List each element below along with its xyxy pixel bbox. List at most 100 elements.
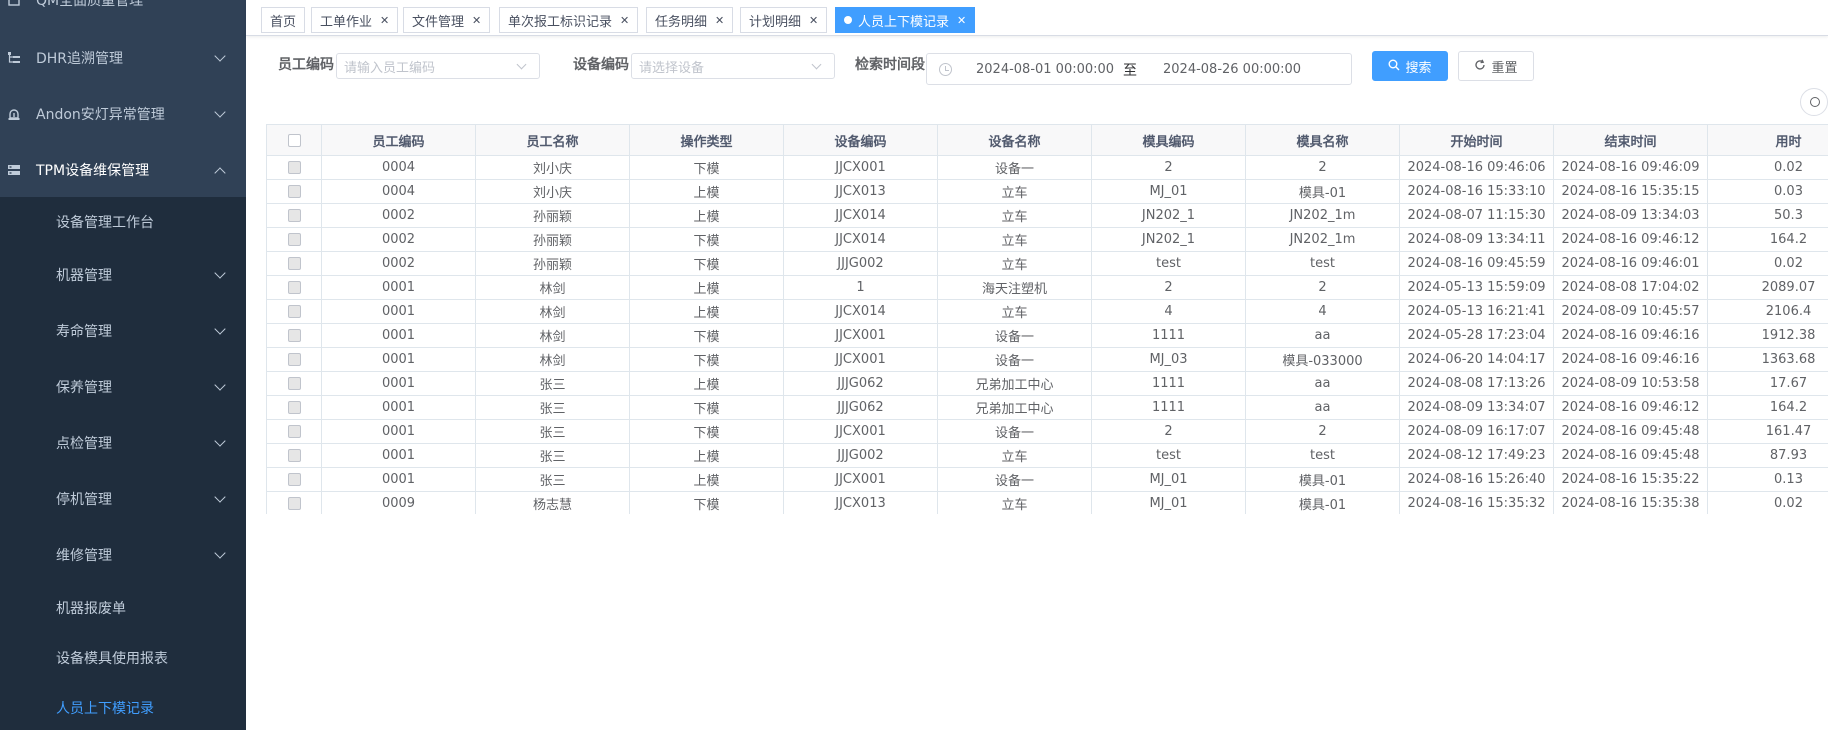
sub-item-lifespan[interactable]: 寿命管理 xyxy=(0,306,246,356)
sub-item-downtime[interactable]: 停机管理 xyxy=(0,474,246,524)
tag-plan-details[interactable]: 计划明细 ✕ xyxy=(740,7,828,33)
row-select-cell[interactable] xyxy=(266,179,322,204)
row-checkbox[interactable] xyxy=(287,473,301,486)
row-select-cell[interactable] xyxy=(266,371,322,396)
table-cell: 2024-08-09 10:53:58 xyxy=(1553,371,1708,396)
close-icon[interactable]: ✕ xyxy=(957,14,966,27)
menu-qm[interactable]: QM全面质量管理 xyxy=(0,0,246,28)
sub-item-label: 人员上下模记录 xyxy=(56,701,154,717)
chevron-down-icon xyxy=(214,50,226,62)
table-row[interactable]: 0001 林剑 下模 JJCX001 设备一 MJ_03 模具-033000 2024-06-… xyxy=(266,347,1828,372)
close-icon[interactable]: ✕ xyxy=(380,14,389,27)
table-cell: test xyxy=(1091,251,1246,276)
row-checkbox[interactable] xyxy=(287,233,301,246)
sub-item-inspection[interactable]: 点检管理 xyxy=(0,418,246,468)
row-checkbox[interactable] xyxy=(287,281,301,294)
row-select-cell[interactable] xyxy=(266,275,322,300)
table-cell: 2024-08-08 17:13:26 xyxy=(1399,371,1554,396)
row-select-cell[interactable] xyxy=(266,323,322,348)
row-select-cell[interactable] xyxy=(266,227,322,252)
close-icon[interactable]: ✕ xyxy=(809,14,818,27)
table-row[interactable]: 0002 孙丽颖 下模 JJJG002 立车 test test 2024-08-16 09:… xyxy=(266,251,1828,276)
close-icon[interactable]: ✕ xyxy=(472,14,481,27)
row-checkbox[interactable] xyxy=(287,185,301,198)
row-select-cell[interactable] xyxy=(266,347,322,372)
search-button[interactable]: 搜索 xyxy=(1372,51,1448,81)
sub-item-mold-report[interactable]: 设备模具使用报表 xyxy=(0,633,246,683)
sub-item-scrap[interactable]: 机器报废单 xyxy=(0,583,246,633)
sub-item-machine[interactable]: 机器管理 xyxy=(0,250,246,300)
table-row[interactable]: 0001 林剑 上模 1 海天注塑机 2 2 2024-05-13 15:59:09 2024-… xyxy=(266,275,1828,300)
select-all-checkbox[interactable] xyxy=(287,133,301,147)
menu-tpm[interactable]: TPM设备维保管理 xyxy=(0,142,246,198)
sub-item-mold-records[interactable]: 人员上下模记录 xyxy=(0,683,246,730)
table-row[interactable]: 0001 林剑 下模 JJCX001 设备一 1111 aa 2024-05-28 17:23… xyxy=(266,323,1828,348)
row-checkbox[interactable] xyxy=(287,497,301,510)
date-range-picker[interactable]: 2024-08-01 00:00:00 至 2024-08-26 00:00:0… xyxy=(926,53,1352,85)
sub-item-repair[interactable]: 维修管理 xyxy=(0,530,246,580)
tag-task-details[interactable]: 任务明细 ✕ xyxy=(646,7,734,33)
table-row[interactable]: 0001 张三 下模 JJCX001 设备一 2 2 2024-08-09 16:17:07 2… xyxy=(266,419,1828,444)
row-checkbox[interactable] xyxy=(287,425,301,438)
table-row[interactable]: 0004 刘小庆 下模 JJCX001 设备一 2 2 2024-08-16 09:46:06… xyxy=(266,155,1828,180)
table-cell: 2089.07 xyxy=(1707,275,1828,300)
app-root: QM全面质量管理 DHR追溯管理 Andon安灯异常管理 TPM设备维保管理 设… xyxy=(0,0,1828,730)
row-checkbox[interactable] xyxy=(287,329,301,342)
start-date-input[interactable]: 2024-08-01 00:00:00 xyxy=(976,62,1114,77)
table-cell: 1111 xyxy=(1091,395,1246,420)
table-row[interactable]: 0009 杨志慧 下模 JJCX013 立车 MJ_01 模具-01 2024-08-16 1… xyxy=(266,491,1828,514)
table-cell: 孙丽颖 xyxy=(475,227,630,252)
table-cell: 立车 xyxy=(937,299,1092,324)
select-all-cell[interactable] xyxy=(266,124,322,156)
table-row[interactable]: 0001 张三 上模 JJJG062 兄弟加工中心 1111 aa 2024-08-08 17… xyxy=(266,371,1828,396)
tag-mold-records[interactable]: 人员上下模记录 ✕ xyxy=(835,7,976,33)
row-select-cell[interactable] xyxy=(266,419,322,444)
table-row[interactable]: 0002 孙丽颖 下模 JJCX014 立车 JN202_1 JN202_1m 2024-08… xyxy=(266,227,1828,252)
reset-button[interactable]: 重置 xyxy=(1458,51,1534,81)
row-checkbox[interactable] xyxy=(287,401,301,414)
row-select-cell[interactable] xyxy=(266,299,322,324)
sub-item-maintenance[interactable]: 保养管理 xyxy=(0,362,246,412)
row-select-cell[interactable] xyxy=(266,443,322,468)
row-checkbox[interactable] xyxy=(287,377,301,390)
tag-file-management[interactable]: 文件管理 ✕ xyxy=(403,7,491,33)
row-select-cell[interactable] xyxy=(266,155,322,180)
menu-dhr[interactable]: DHR追溯管理 xyxy=(0,30,246,86)
close-icon[interactable]: ✕ xyxy=(715,14,724,27)
tag-home[interactable]: 首页 xyxy=(261,7,306,33)
table-row[interactable]: 0001 林剑 上模 JJCX014 立车 4 4 2024-05-13 16:21:41 20… xyxy=(266,299,1828,324)
table-header-row: 员工编码 员工名称 操作类型 设备编码 设备名称 模具编码 模具名称 开始时间 … xyxy=(266,124,1828,156)
employee-code-select[interactable]: 请输入员工编码 xyxy=(336,53,540,79)
column-header: 用时 xyxy=(1707,124,1828,156)
table-row[interactable]: 0001 张三 上模 JJCX001 设备一 MJ_01 模具-01 2024-08-16 1… xyxy=(266,467,1828,492)
row-checkbox[interactable] xyxy=(287,305,301,318)
table-cell: JJCX001 xyxy=(783,419,938,444)
row-checkbox[interactable] xyxy=(287,449,301,462)
sub-item-workbench[interactable]: 设备管理工作台 xyxy=(0,197,246,247)
row-select-cell[interactable] xyxy=(266,491,322,514)
row-select-cell[interactable] xyxy=(266,467,322,492)
row-select-cell[interactable] xyxy=(266,395,322,420)
clock-icon xyxy=(939,63,952,76)
device-code-select[interactable]: 请选择设备 xyxy=(631,53,835,79)
row-checkbox[interactable] xyxy=(287,209,301,222)
menu-andon[interactable]: Andon安灯异常管理 xyxy=(0,86,246,142)
end-date-input[interactable]: 2024-08-26 00:00:00 xyxy=(1163,62,1301,77)
row-select-cell[interactable] xyxy=(266,203,322,228)
table-row[interactable]: 0004 刘小庆 上模 JJCX013 立车 MJ_01 模具-01 2024-08-16 1… xyxy=(266,179,1828,204)
tag-report-records[interactable]: 单次报工标识记录 ✕ xyxy=(499,7,639,33)
toggle-search-button[interactable] xyxy=(1800,88,1828,116)
row-checkbox[interactable] xyxy=(287,353,301,366)
table-cell: 50.3 xyxy=(1707,203,1828,228)
row-checkbox[interactable] xyxy=(287,161,301,174)
sidebar: QM全面质量管理 DHR追溯管理 Andon安灯异常管理 TPM设备维保管理 设… xyxy=(0,0,246,730)
table-row[interactable]: 0002 孙丽颖 上模 JJCX014 立车 JN202_1 JN202_1m 2024-08… xyxy=(266,203,1828,228)
close-icon[interactable]: ✕ xyxy=(620,14,629,27)
row-select-cell[interactable] xyxy=(266,251,322,276)
table-cell: 下模 xyxy=(629,227,784,252)
table-row[interactable]: 0001 张三 上模 JJJG002 立车 test test 2024-08-12 17:4… xyxy=(266,443,1828,468)
table-row[interactable]: 0001 张三 下模 JJJG062 兄弟加工中心 1111 aa 2024-08-09 13… xyxy=(266,395,1828,420)
row-checkbox[interactable] xyxy=(287,257,301,270)
table-cell: 兄弟加工中心 xyxy=(937,371,1092,396)
tag-work-order[interactable]: 工单作业 ✕ xyxy=(311,7,399,33)
